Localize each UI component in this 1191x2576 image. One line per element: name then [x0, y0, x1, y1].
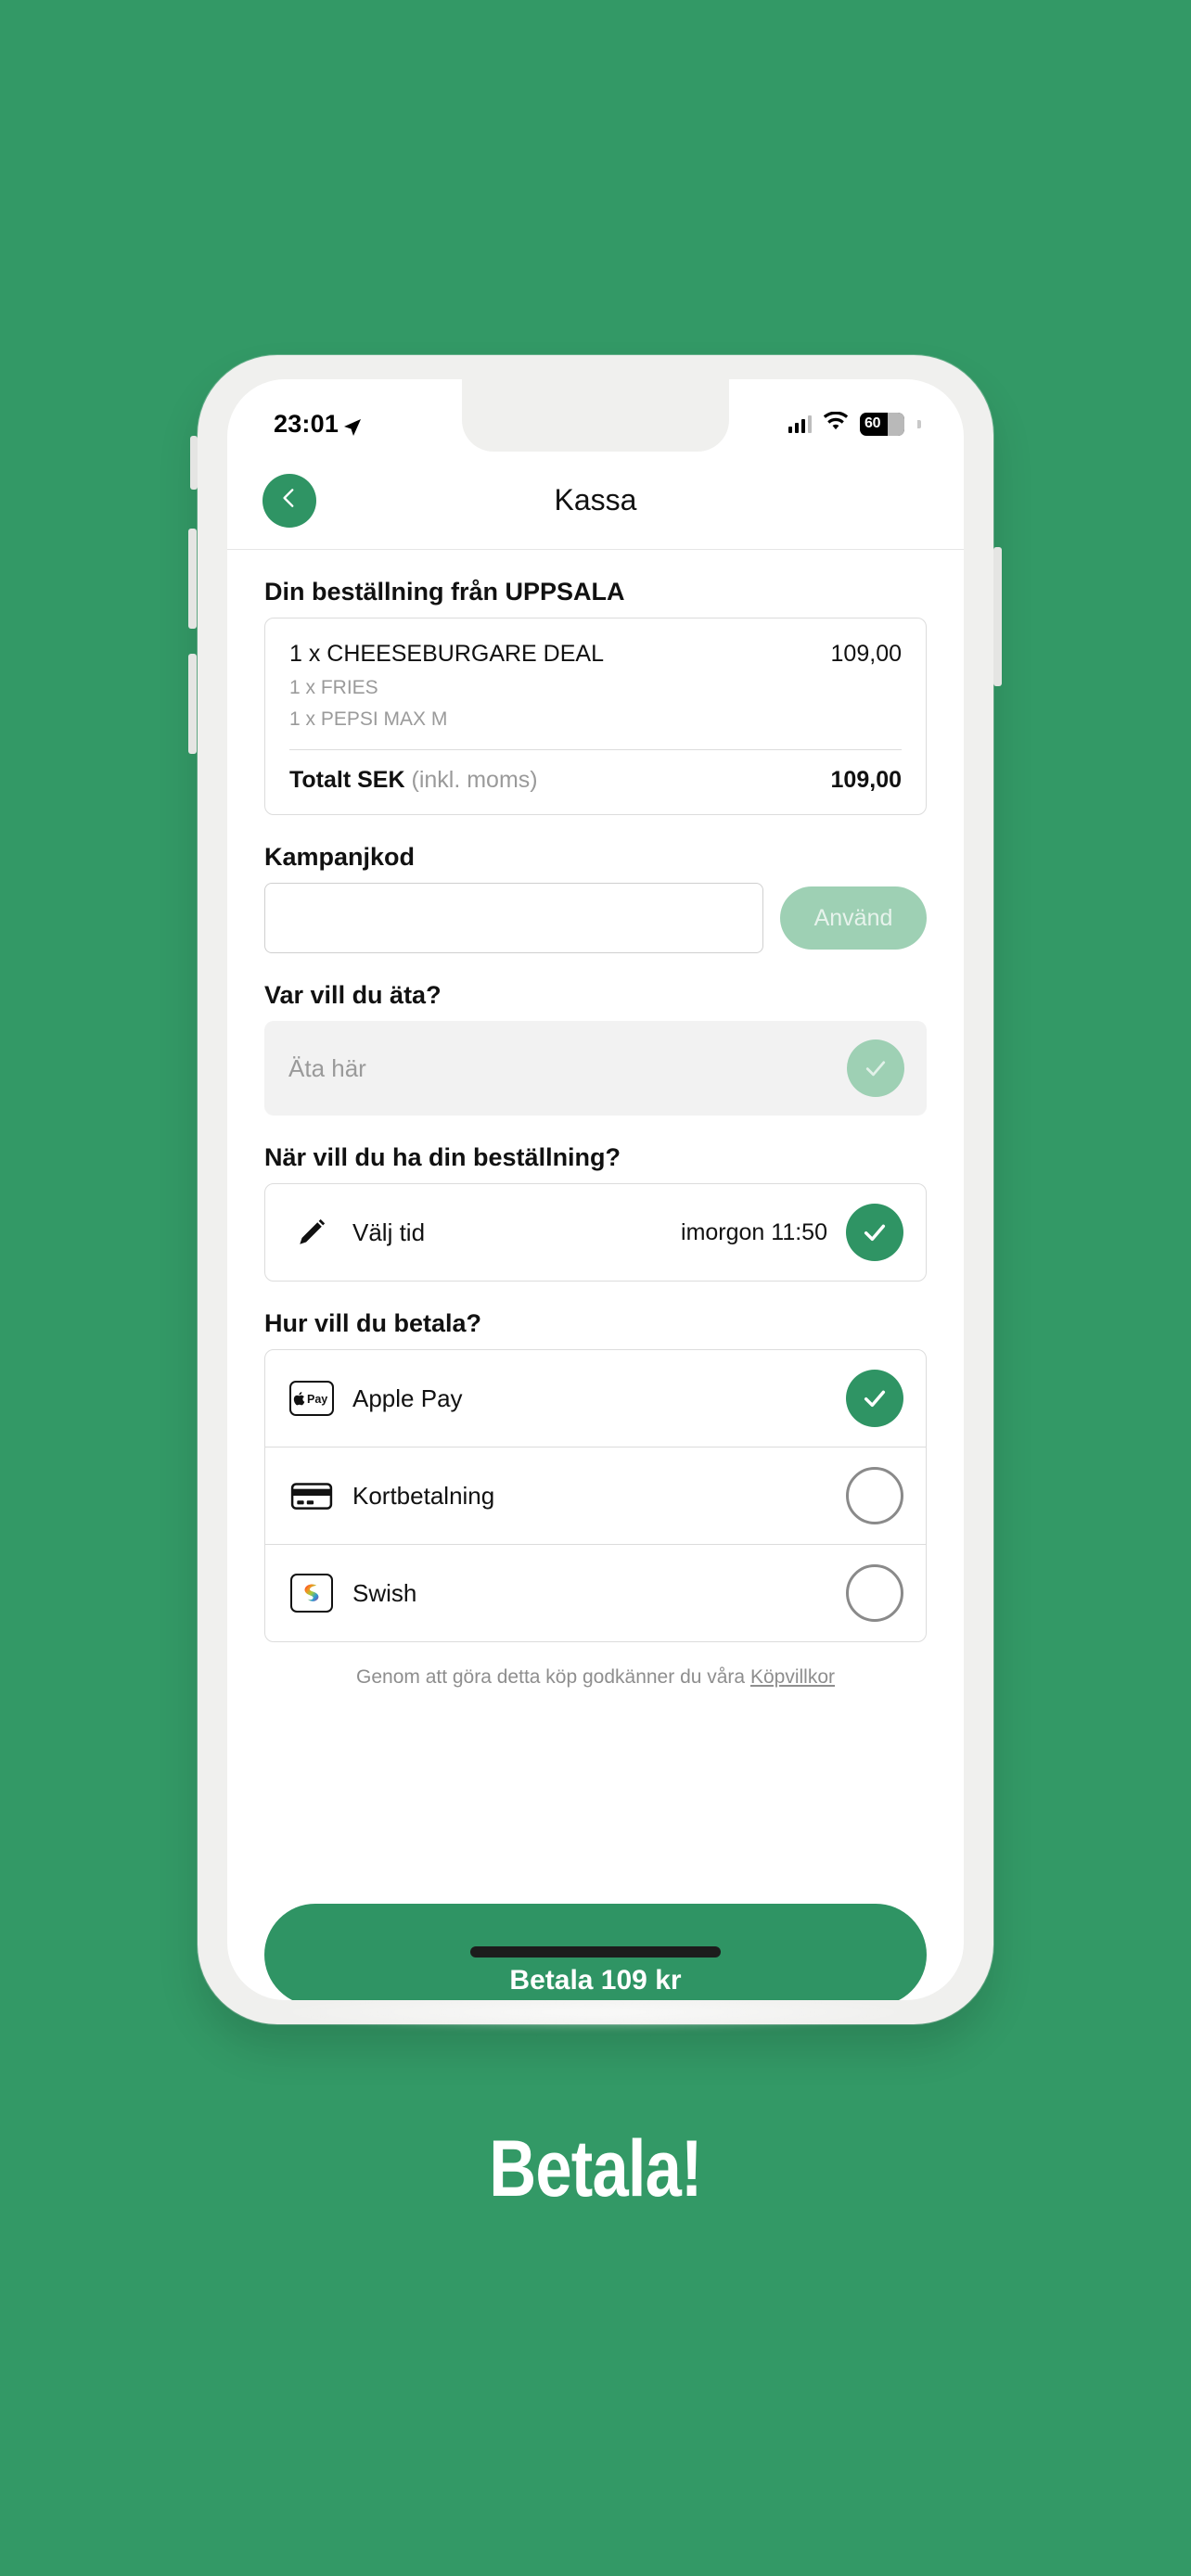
- payment-method-swish[interactable]: Swish: [265, 1545, 926, 1641]
- status-bar-right: 60: [788, 410, 921, 437]
- nav-bar: Kassa: [227, 452, 964, 550]
- payment-method-label: Kortbetalning: [352, 1481, 495, 1510]
- order-heading: Din beställning från UPPSALA: [264, 578, 625, 606]
- phone-mute-switch[interactable]: [190, 436, 198, 490]
- caption-text: Betala!: [489, 2124, 702, 2213]
- order-item-price: 109,00: [830, 641, 902, 667]
- status-bar: 23:01 60: [227, 379, 964, 452]
- order-total-row: Totalt SEK (inkl. moms) 109,00: [289, 767, 902, 794]
- eat-location-heading: Var vill du äta?: [264, 981, 442, 1009]
- terms-text: Genom att göra detta köp godkänner du vå…: [356, 1666, 750, 1688]
- order-sub-item: 1 x PEPSI MAX M: [289, 708, 448, 730]
- location-arrow-icon: [343, 414, 362, 436]
- order-card: 1 x CHEESEBURGARE DEAL 109,00 1 x FRIES …: [264, 618, 927, 815]
- terms-link[interactable]: Köpvillkor: [750, 1666, 835, 1688]
- promo-row: Använd: [264, 883, 927, 953]
- chevron-left-icon: [277, 486, 301, 515]
- svg-text:Pay: Pay: [307, 1393, 327, 1406]
- pickup-time-heading: När vill du ha din beställning?: [264, 1143, 621, 1171]
- payment-radio-selected-icon[interactable]: [846, 1370, 903, 1427]
- order-total-label: Totalt SEK: [289, 767, 405, 793]
- payment-radio-unselected-icon[interactable]: [846, 1564, 903, 1622]
- promo-heading: Kampanjkod: [264, 843, 416, 871]
- order-total-label-group: Totalt SEK (inkl. moms): [289, 767, 538, 794]
- payment-methods-card: Pay Apple Pay Kortbetalning Swish: [264, 1349, 927, 1642]
- order-item-row: 1 x CHEESEBURGARE DEAL 109,00: [289, 641, 902, 668]
- phone-screen: 23:01 60 Kassa Din beställning från UPPS…: [227, 379, 964, 2000]
- order-sub-item: 1 x FRIES: [289, 677, 378, 698]
- back-button[interactable]: [263, 473, 316, 528]
- promo-code-input[interactable]: [264, 883, 763, 953]
- payment-radio-unselected-icon[interactable]: [846, 1467, 903, 1524]
- payment-method-label: Swish: [352, 1578, 417, 1607]
- eat-location-check-icon: [847, 1039, 904, 1097]
- cellular-signal-icon: [788, 414, 812, 433]
- pencil-icon: [289, 1217, 334, 1248]
- order-divider: [289, 749, 902, 750]
- pickup-time-check-icon: [846, 1204, 903, 1261]
- eat-location-label: Äta här: [288, 1053, 366, 1082]
- pickup-time-label: Välj tid: [352, 1218, 426, 1246]
- pickup-time-row[interactable]: Välj tid imorgon 11:50: [265, 1184, 926, 1281]
- payment-method-card[interactable]: Kortbetalning: [265, 1447, 926, 1544]
- order-item-name: 1 x CHEESEBURGARE DEAL: [289, 641, 604, 667]
- checkout-content: Din beställning från UPPSALA 1 x CHEESEB…: [227, 550, 964, 2000]
- credit-card-icon: [289, 1480, 334, 1511]
- payment-method-label: Apple Pay: [352, 1384, 463, 1412]
- eat-location-option[interactable]: Äta här: [264, 1021, 927, 1116]
- pickup-time-card: Välj tid imorgon 11:50: [264, 1183, 927, 1282]
- pickup-time-value: imorgon 11:50: [681, 1218, 827, 1245]
- status-bar-time: 23:01: [274, 409, 339, 438]
- page-title: Kassa: [554, 483, 637, 516]
- terms-text-row: Genom att göra detta köp godkänner du vå…: [264, 1666, 927, 1689]
- apply-promo-button[interactable]: Använd: [780, 886, 927, 950]
- apple-pay-icon: Pay: [289, 1381, 334, 1416]
- battery-tip-icon: [917, 419, 921, 428]
- payment-heading: Hur vill du betala?: [264, 1309, 482, 1337]
- status-bar-left: 23:01: [274, 410, 362, 439]
- phone-volume-down-button[interactable]: [188, 654, 197, 754]
- home-indicator[interactable]: [470, 1946, 721, 1958]
- swish-icon: [289, 1574, 334, 1613]
- payment-method-apple-pay[interactable]: Pay Apple Pay: [265, 1350, 926, 1447]
- order-total-vat-note: (inkl. moms): [411, 767, 538, 793]
- order-total-amount: 109,00: [830, 767, 902, 793]
- battery-level-label: 60: [864, 415, 881, 431]
- phone-power-button[interactable]: [993, 547, 1002, 686]
- wifi-icon: [823, 410, 849, 437]
- phone-volume-up-button[interactable]: [188, 529, 197, 629]
- battery-icon: 60: [860, 412, 904, 436]
